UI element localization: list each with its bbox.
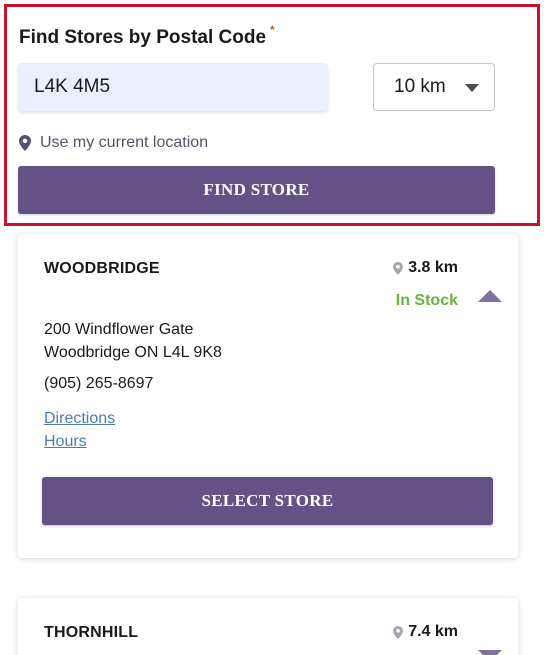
store-search-panel: Find Stores by Postal Code* 10 km Use my… (4, 4, 540, 226)
map-pin-icon (19, 135, 31, 151)
distance-select-value: 10 km (394, 76, 446, 97)
collapse-store-toggle[interactable] (478, 290, 504, 304)
expand-store-toggle[interactable] (478, 650, 504, 655)
store-distance-value: 7.4 km (408, 623, 458, 640)
map-pin-icon (393, 625, 404, 639)
panel-title-text: Find Stores by Postal Code (19, 27, 267, 48)
stock-status-badge: In Stock (395, 292, 458, 309)
distance-select[interactable]: 10 km (373, 63, 495, 111)
store-name: THORNHILL (44, 624, 139, 641)
store-card-thornhill: THORNHILL 7.4 km (18, 598, 518, 655)
hours-link[interactable]: Hours (44, 433, 87, 451)
store-card-woodbridge: WOODBRIDGE 3.8 km In Stock 200 Windflowe… (18, 234, 518, 558)
panel-title: Find Stores by Postal Code * (19, 23, 275, 49)
store-name: WOODBRIDGE (44, 260, 160, 277)
required-marker: * (270, 23, 275, 37)
map-pin-icon (393, 261, 404, 275)
store-distance: 3.8 km (393, 259, 458, 277)
use-current-location-link[interactable]: Use my current location (19, 134, 208, 152)
store-address: 200 Windflower Gate Woodbridge ON L4L 9K… (44, 318, 222, 364)
caret-down-icon (465, 84, 479, 92)
store-phone: (905) 265-8697 (44, 375, 154, 392)
triangle-up-icon (478, 290, 502, 302)
store-distance-value: 3.8 km (408, 259, 458, 276)
use-current-location-label: Use my current location (40, 134, 209, 151)
address-line-2: Woodbridge ON L4L 9K8 (44, 344, 222, 361)
triangle-down-icon (478, 650, 502, 655)
find-store-button[interactable]: FIND STORE (18, 166, 495, 214)
select-store-button[interactable]: SELECT STORE (42, 477, 493, 525)
address-line-1: 200 Windflower Gate (44, 321, 194, 338)
store-distance: 7.4 km (393, 623, 458, 641)
postal-code-input[interactable] (18, 63, 328, 111)
directions-link[interactable]: Directions (44, 410, 115, 428)
